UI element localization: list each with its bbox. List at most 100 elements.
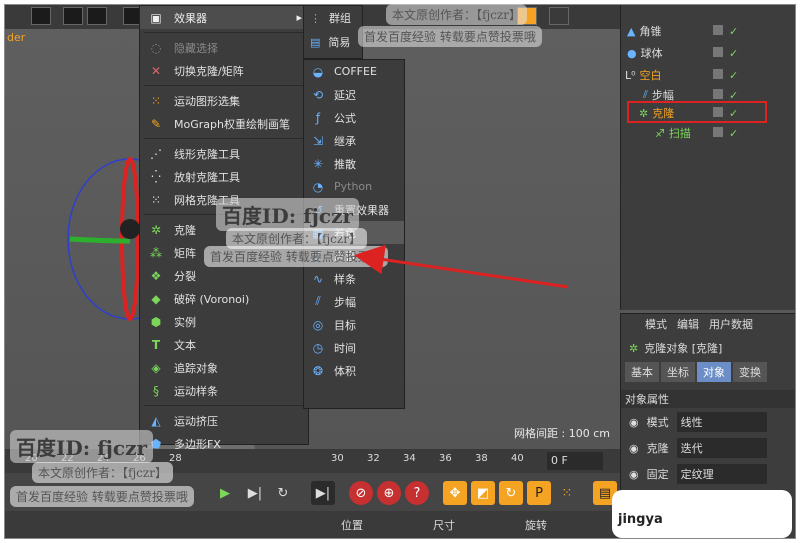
mode-select[interactable]: 线性 [676,412,767,432]
check-icon: ✓ [729,24,739,38]
extrude-icon: ◭ [151,413,161,428]
toolbar-button[interactable] [63,7,83,25]
fracture-icon: ❖ [150,268,162,283]
next-frame-icon[interactable]: ▶| [243,481,267,505]
keyframe-help-icon[interactable]: ? [405,481,429,505]
tab-coord[interactable]: 坐标 [661,362,695,382]
menu-item-voronoi[interactable]: ◆ 破碎 (Voronoi) [140,287,308,310]
field-clones: ◉ 克隆 迭代 [621,436,795,460]
menu-item-radial-clone[interactable]: ⁛ 放射克隆工具 [140,165,308,188]
current-frame-field[interactable]: 0 F [547,452,603,470]
formula-icon: ƒ [315,110,321,125]
menu-item-instance[interactable]: ⬢ 实例 [140,310,308,333]
submenu-item-time[interactable]: ◷ 时间 [304,336,404,359]
text-icon: T [151,337,161,352]
object-row[interactable]: ● 球体 ✓ [621,43,795,63]
tab-object[interactable]: 对象 [697,362,731,382]
step-icon: ⫽ [315,294,321,308]
rotate-key-icon[interactable]: ↻ [499,481,523,505]
plain-icon: ▤ [310,35,321,49]
goto-end-icon[interactable]: ▶| [311,481,335,505]
voronoi-icon: ◆ [151,291,161,306]
menu-edit[interactable]: 编辑 [677,316,699,332]
submenu-item-coffee[interactable]: ◒ COFFEE [304,60,404,83]
submenu-item-inheritance[interactable]: ⇲ 继承 [304,129,404,152]
menu-user-data[interactable]: 用户数据 [709,316,753,332]
menu-item-fracture[interactable]: ❖ 分裂 [140,264,308,287]
menu-item-toggle-clone-matrix[interactable]: ✕ 切换克隆/矩阵 [140,59,308,82]
menu-item-tracer[interactable]: ◈ 追踪对象 [140,356,308,379]
watermark-baidu-bottom: 百度ID: fjczr [10,430,153,463]
radio-icon[interactable]: ◉ [629,416,639,429]
param-key-icon[interactable]: P [527,481,551,505]
volume-icon: ❂ [312,363,324,378]
submenu-item-step[interactable]: ⫽ 步幅 [304,290,404,313]
field-fix: ◉ 固定 定纹理 [621,462,795,486]
fix-texture-select[interactable]: 定纹理 [676,464,767,484]
object-row[interactable]: ▲ 角锥 ✓ [621,21,795,41]
radial-clone-icon: ⁛ [151,169,161,184]
check-icon: ✓ [729,88,739,102]
submenu-item-push-apart[interactable]: ✳ 推散 [304,152,404,175]
submenu-item-target[interactable]: ◎ 目标 [304,313,404,336]
object-row[interactable]: L⁰ 空白 ✓ [621,65,795,85]
menu-separator [144,32,304,33]
object-row[interactable]: ♐ 扫描 ✓ [621,123,795,143]
submenu-item-group[interactable]: ⋮ 群组 [304,6,362,30]
menu-separator [144,85,304,86]
time-icon: ◷ [312,340,324,355]
submenu-item-python[interactable]: ◔ Python [304,175,404,198]
menu-item-mograph-selection[interactable]: ⁙ 运动图形选集 [140,89,308,112]
submenu-item-plain[interactable]: ▤ 简易 [304,30,362,54]
sphere-icon: ● [627,46,637,60]
menu-item-moextrude[interactable]: ◭ 运动挤压 [140,409,308,432]
spline-effector-icon: ∿ [312,271,324,286]
radio-icon[interactable]: ◉ [629,442,639,455]
toolbar-button[interactable] [87,7,107,25]
menu-item-hide-selection[interactable]: ◌ 隐藏选择 [140,36,308,59]
watermark-author-bottom: 本文原创作者：【fjczr】 [32,462,173,483]
record-icon[interactable]: ⊘ [349,481,373,505]
tab-basic[interactable]: 基本 [625,362,659,382]
clones-select[interactable]: 迭代 [676,438,767,458]
coordinates-panel: 位置 尺寸 旋转 [5,511,620,538]
submenu-arrow-icon: ▸ [296,11,302,24]
submenu-item-delay[interactable]: ⟲ 延迟 [304,83,404,106]
linear-clone-icon: ⋰ [150,146,162,161]
cloner-icon: ✲ [629,341,639,355]
menu-mode[interactable]: 模式 [645,316,667,332]
tab-transform[interactable]: 变换 [733,362,767,382]
watermark-source-mid: 首发百度经验 转载要点赞投票哦 [204,246,388,267]
menu-item-linear-clone[interactable]: ⋰ 线形克隆工具 [140,142,308,165]
attributes-menubar: 模式 编辑 用户数据 [621,314,795,334]
menu-item-weight-brush[interactable]: ✎ MoGraph权重绘制画笔 [140,112,308,135]
submenu-item-spline[interactable]: ∿ 样条 [304,267,404,290]
menu-item-effectors[interactable]: ▣ 效果器 ▸ [140,6,308,29]
menu-separator [144,405,304,406]
toolbar-button[interactable] [31,7,51,25]
menu-item-text[interactable]: T 文本 [140,333,308,356]
null-icon: L⁰ [625,68,636,82]
radio-icon[interactable]: ◉ [629,468,639,481]
section-object-properties: 对象属性 [621,390,795,408]
object-sphere [120,219,140,239]
autokey-icon[interactable]: ⊕ [377,481,401,505]
pla-key-icon[interactable]: ⁙ [555,481,579,505]
sweep-icon: ♐ [655,126,665,140]
coords-position-header: 位置 [341,519,363,532]
push-apart-icon: ✳ [312,156,324,171]
loop-icon[interactable]: ↻ [271,481,295,505]
move-key-icon[interactable]: ✥ [443,481,467,505]
menu-item-mospline[interactable]: § 运动样条 [140,379,308,402]
check-icon: ✓ [729,126,739,140]
coords-rotation-header: 旋转 [525,519,547,532]
play-icon[interactable]: ▶ [213,481,237,505]
toolbar-button[interactable] [549,7,569,25]
menu-separator [144,138,304,139]
scale-key-icon[interactable]: ◩ [471,481,495,505]
eye-icon: ◌ [150,40,162,55]
grid-spacing-label: 网格间距 : 100 cm [514,427,610,440]
submenu-item-formula[interactable]: ƒ 公式 [304,106,404,129]
submenu-item-volume[interactable]: ❂ 体积 [304,359,404,382]
watermark-author-top: 本文原创作者：【fjczr】 [386,4,527,25]
